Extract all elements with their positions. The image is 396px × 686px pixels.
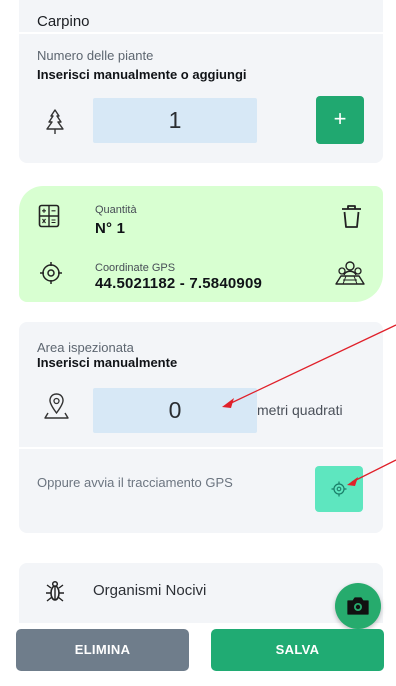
quantity-value: N° 1 (95, 220, 126, 237)
inspected-area-card: Area ispezionata Inserisci manualmente 0… (19, 322, 383, 533)
area-divider (19, 447, 383, 449)
harmful-organisms-section[interactable]: Organismi Nocivi (19, 563, 383, 623)
harmful-organisms-label: Organismi Nocivi (93, 582, 207, 599)
species-name: Carpino (37, 13, 90, 30)
inspected-area-label: Area ispezionata (37, 340, 134, 355)
species-divider (19, 32, 383, 34)
bug-icon (46, 580, 64, 602)
trash-icon[interactable] (340, 203, 363, 230)
map-people-icon[interactable] (334, 260, 366, 285)
add-plant-button[interactable]: + (316, 96, 364, 144)
area-input[interactable]: 0 (93, 388, 257, 433)
plant-inspection-screen: Carpino Numero delle piante Inserisci ma… (0, 0, 396, 686)
gps-coordinates-value: 44.5021182 - 7.5840909 (95, 275, 263, 292)
calculator-icon (38, 204, 60, 228)
camera-icon (347, 597, 369, 615)
plants-count-label: Numero delle piante (37, 48, 154, 63)
tree-icon (46, 109, 64, 134)
gps-crosshair-icon (331, 481, 347, 497)
plants-count-input[interactable]: 1 (93, 98, 257, 143)
delete-button[interactable]: ELIMINA (16, 629, 189, 671)
crosshair-icon (40, 262, 62, 284)
species-card: Carpino Numero delle piante Inserisci ma… (19, 0, 383, 163)
map-pin-icon (44, 393, 69, 419)
save-button[interactable]: SALVA (211, 629, 384, 671)
gps-tracking-text: Oppure avvia il tracciamento GPS (37, 475, 233, 490)
quantity-label: Quantità (95, 204, 137, 216)
area-unit-label: metri quadrati (257, 402, 343, 418)
gps-coordinates-label: Coordinate GPS (95, 262, 176, 274)
start-gps-tracking-button[interactable] (315, 466, 363, 512)
summary-card: Quantità N° 1 Coordinate GPS 44.5021182 … (19, 186, 383, 302)
inspected-area-instruction: Inserisci manualmente (37, 355, 178, 370)
plants-count-instruction: Inserisci manualmente o aggiungi (37, 67, 247, 82)
camera-button[interactable] (335, 583, 381, 629)
